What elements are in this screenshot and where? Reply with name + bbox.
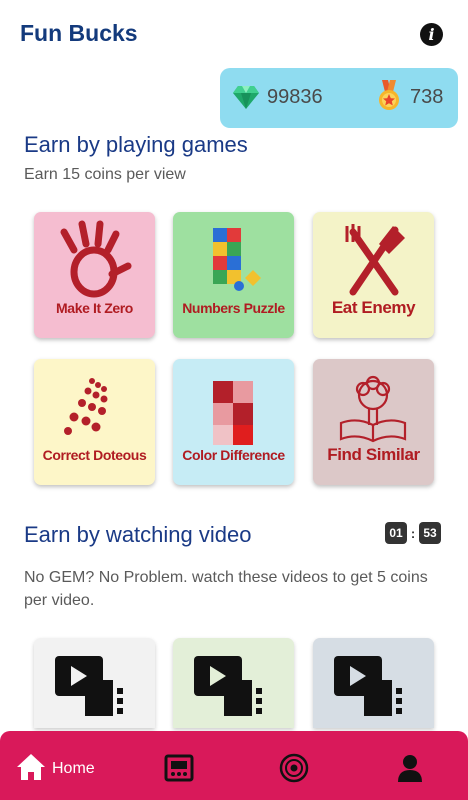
games-section-subtitle: Earn 15 coins per view xyxy=(24,166,186,183)
game-tile-make-it-zero[interactable]: Make It Zero xyxy=(34,212,155,338)
timer-seconds: 53 xyxy=(419,522,441,544)
game-label: Find Similar xyxy=(327,445,420,464)
video-card[interactable] xyxy=(313,638,434,728)
game-tile-numbers-puzzle[interactable]: Numbers Puzzle xyxy=(173,212,294,338)
nav-arcade[interactable] xyxy=(164,753,196,785)
puzzle-icon xyxy=(213,228,261,291)
video-player-icon xyxy=(194,656,262,716)
hand-icon xyxy=(60,220,132,298)
video-section-subtitle: No GEM? No Problem. watch these videos t… xyxy=(24,569,428,609)
game-label: Correct Doteous xyxy=(42,447,147,463)
dots-icon xyxy=(64,378,108,435)
game-label: Numbers Puzzle xyxy=(182,300,285,316)
app-title: Fun Bucks xyxy=(20,20,138,46)
timer-separator: : xyxy=(410,525,416,541)
game-tile-color-difference[interactable]: Color Difference xyxy=(173,359,294,485)
countdown-timer: 01 : 53 xyxy=(385,521,441,545)
nav-home-label: Home xyxy=(52,760,95,777)
nav-badge[interactable] xyxy=(279,753,311,785)
video-card[interactable] xyxy=(173,638,294,728)
video-player-icon xyxy=(55,656,123,716)
app-header: Fun Bucks i xyxy=(0,0,468,68)
diamond-icon xyxy=(233,86,259,109)
game-label: Color Difference xyxy=(182,447,285,463)
color-grid-icon xyxy=(213,381,253,445)
video-card[interactable] xyxy=(34,638,155,728)
profile-icon xyxy=(398,755,422,782)
book-tree-icon xyxy=(339,375,407,443)
wallet-balance: 99836 738 xyxy=(220,68,458,128)
video-section-title: Earn by watching video xyxy=(24,522,252,547)
home-icon xyxy=(17,754,45,780)
medal-icon xyxy=(379,80,399,110)
video-player-icon xyxy=(334,656,402,716)
game-tile-find-similar[interactable]: Find Similar xyxy=(313,359,434,485)
coin-count: 738 xyxy=(410,86,444,108)
game-tile-eat-enemy[interactable]: Eat Enemy xyxy=(313,212,434,338)
game-label: Eat Enemy xyxy=(331,298,416,317)
gem-count: 99836 xyxy=(267,86,323,108)
fork-knife-icon xyxy=(345,224,405,296)
game-tile-correct-doteous[interactable]: Correct Doteous xyxy=(34,359,155,485)
info-icon[interactable]: i xyxy=(420,23,443,46)
games-section-title: Earn by playing games xyxy=(24,132,248,157)
timer-minutes: 01 xyxy=(385,522,407,544)
arcade-icon xyxy=(164,754,194,782)
badge-icon xyxy=(279,753,309,783)
nav-home[interactable]: Home xyxy=(16,753,116,783)
nav-profile[interactable] xyxy=(395,753,427,785)
game-label: Make It Zero xyxy=(56,300,133,316)
bottom-navigation: Home xyxy=(0,731,468,800)
